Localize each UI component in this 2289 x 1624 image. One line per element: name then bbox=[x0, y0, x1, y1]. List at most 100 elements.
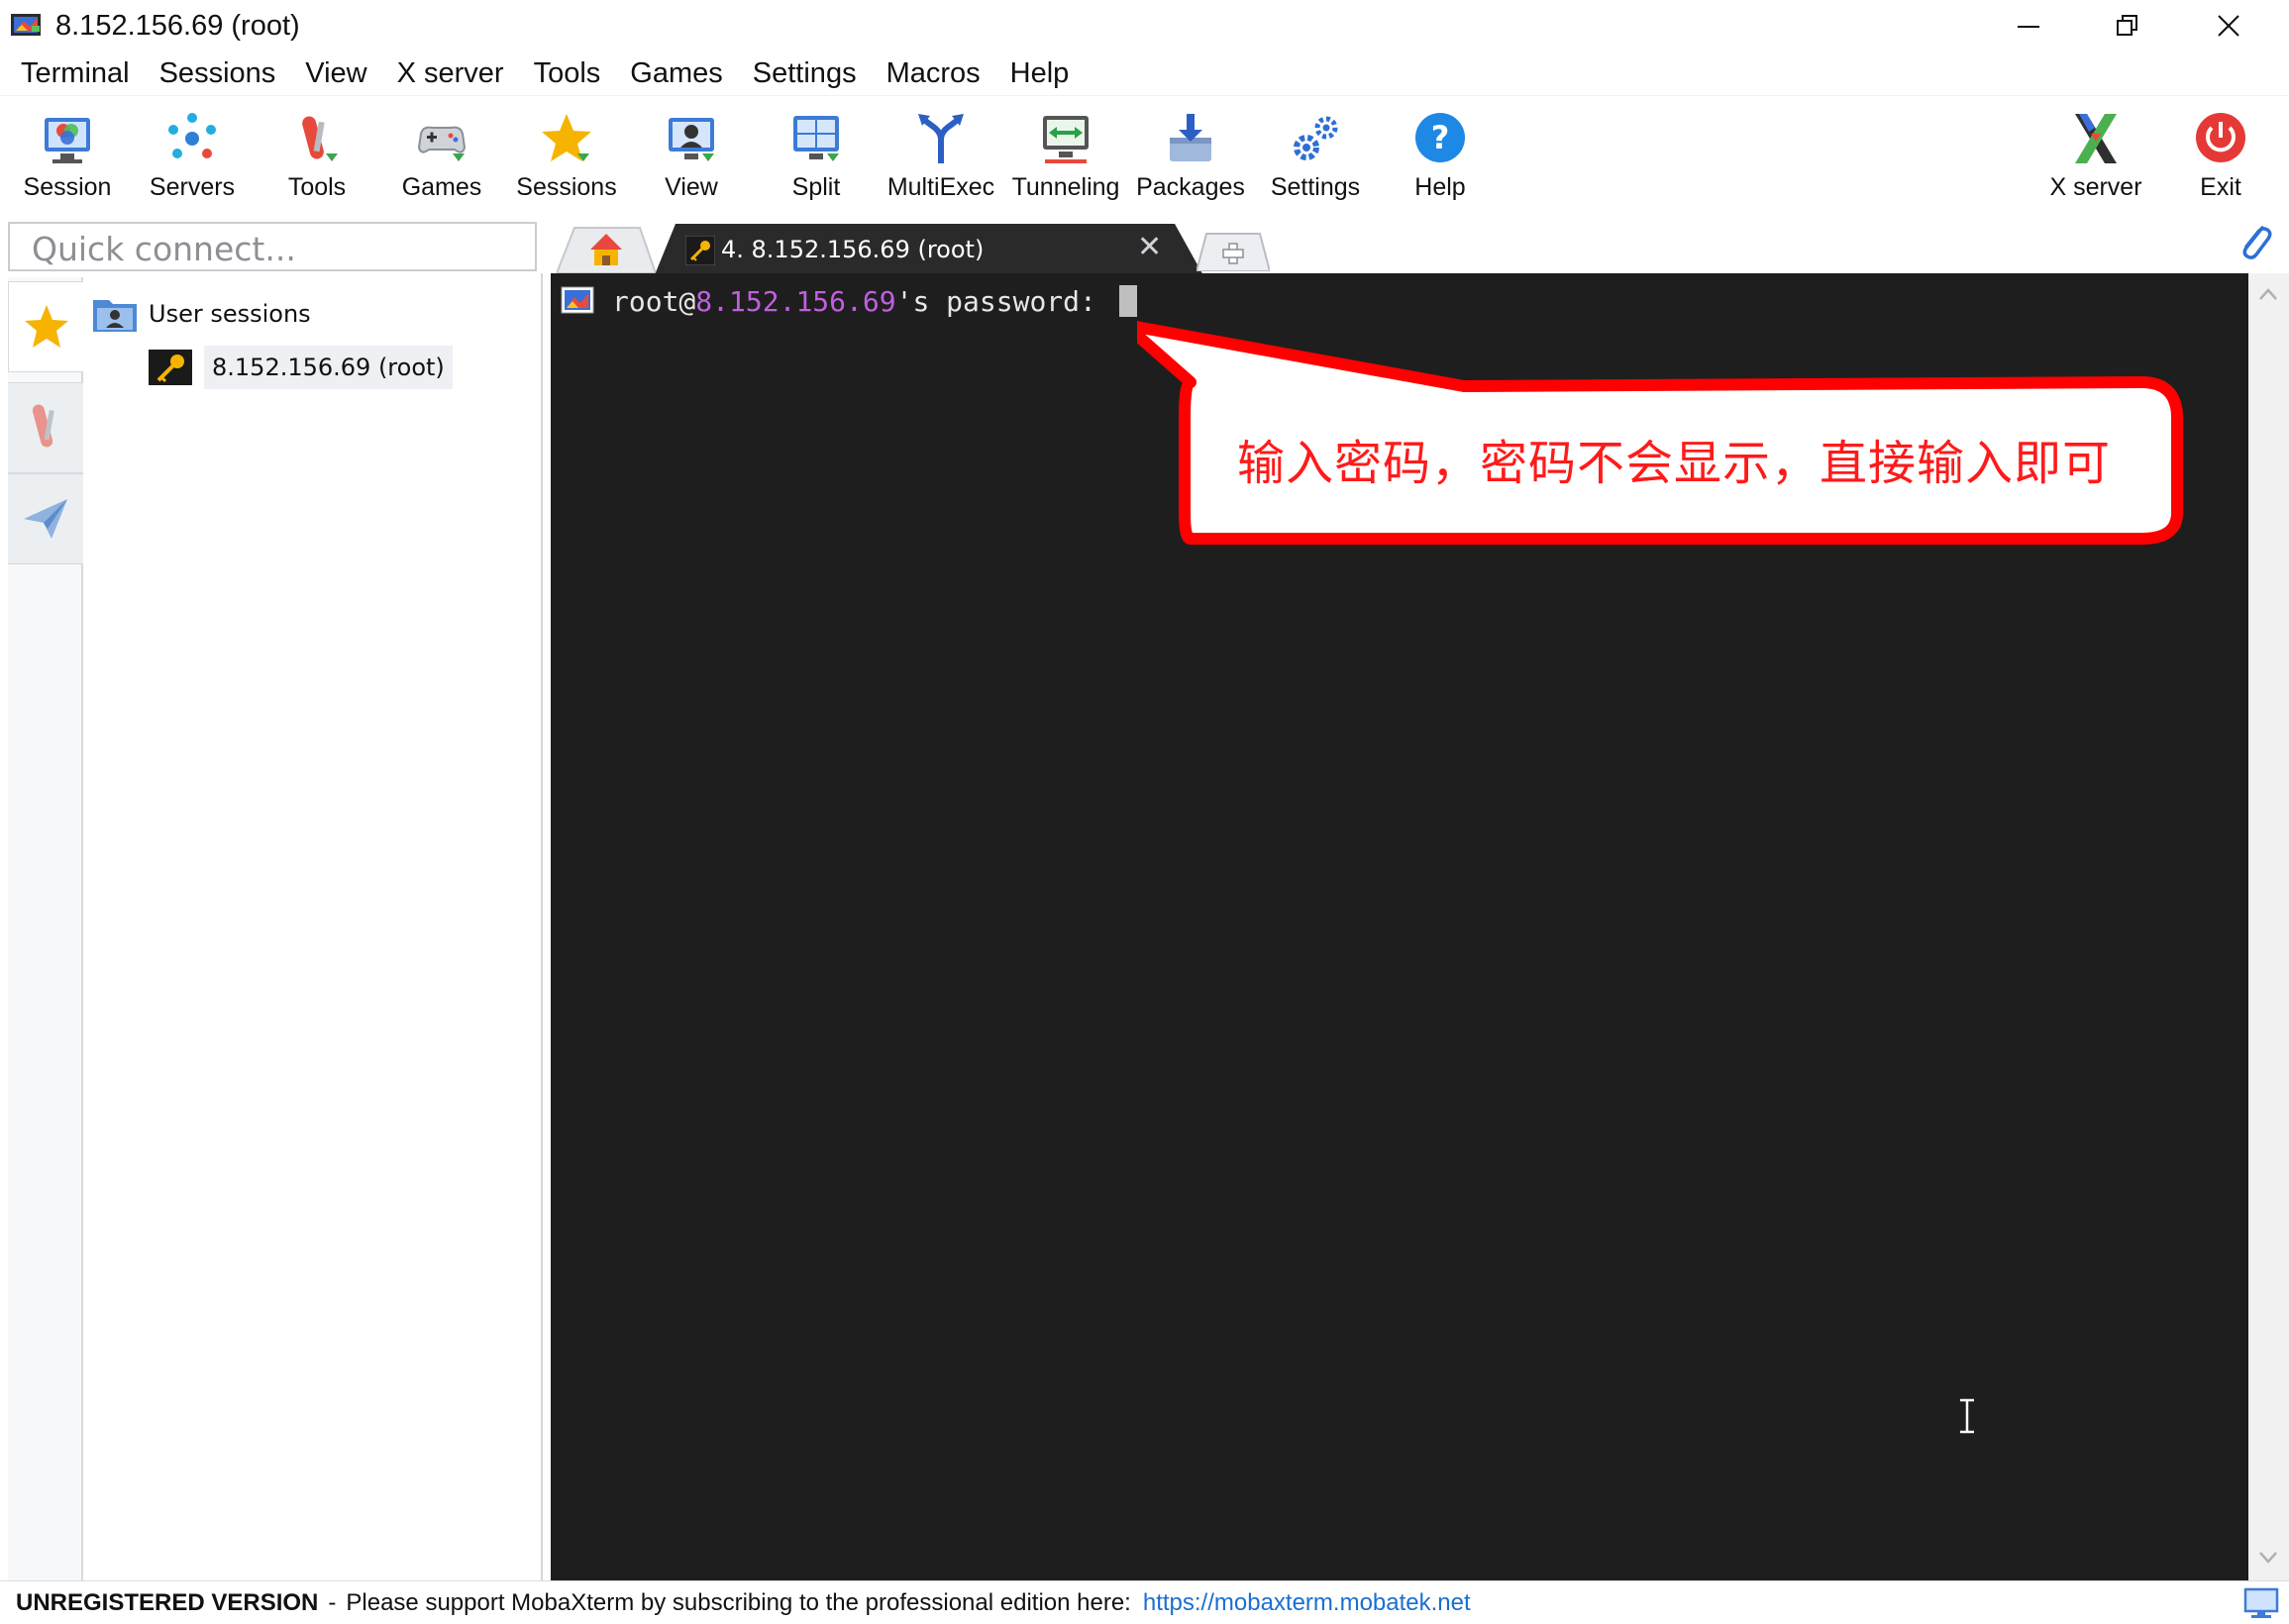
menu-x-server[interactable]: X server bbox=[382, 57, 519, 90]
packages-icon bbox=[1170, 114, 1211, 161]
mouse-ibeam-cursor bbox=[1960, 1398, 1974, 1434]
title-bar: 8.152.156.69 (root) bbox=[0, 0, 2289, 51]
monitor-icon[interactable] bbox=[2242, 1586, 2280, 1620]
packages-button[interactable]: Packages bbox=[1129, 102, 1252, 211]
new-tab-button[interactable] bbox=[1197, 232, 1270, 271]
restore-button[interactable] bbox=[2080, 0, 2175, 51]
multiexec-button[interactable]: MultiExec bbox=[880, 102, 1002, 211]
exit-button[interactable]: Exit bbox=[2159, 102, 2282, 211]
tab-label: 4. 8.152.156.69 (root) bbox=[721, 236, 985, 263]
status-bar: UNREGISTERED VERSION - Please support Mo… bbox=[0, 1580, 2289, 1624]
split-button[interactable]: Split bbox=[755, 102, 878, 211]
split-label: Split bbox=[791, 173, 841, 201]
user-sessions-label: User sessions bbox=[149, 300, 311, 328]
sidebar-tab-sftp[interactable] bbox=[8, 473, 83, 564]
session-icon bbox=[45, 118, 90, 163]
games-label: Games bbox=[401, 173, 482, 201]
tunneling-icon bbox=[1043, 116, 1089, 163]
help-button[interactable]: ? Help bbox=[1379, 102, 1502, 211]
settings-label: Settings bbox=[1270, 173, 1361, 201]
servers-button[interactable]: Servers bbox=[131, 102, 254, 211]
svg-text:?: ? bbox=[1431, 119, 1450, 156]
help-icon: ? bbox=[1415, 113, 1465, 162]
tunneling-label: Tunneling bbox=[1011, 173, 1120, 201]
session-item-label: 8.152.156.69 (root) bbox=[204, 346, 453, 389]
power-icon bbox=[2196, 113, 2245, 162]
window-title: 8.152.156.69 (root) bbox=[55, 10, 300, 42]
restore-icon bbox=[2117, 15, 2137, 36]
sidebar-tab-sessions[interactable] bbox=[8, 281, 83, 372]
split-icon bbox=[793, 116, 839, 161]
scroll-up-arrow-icon[interactable] bbox=[2254, 283, 2282, 305]
sidebar-tab-tools[interactable] bbox=[8, 382, 83, 473]
key-icon bbox=[149, 350, 192, 385]
menu-tools[interactable]: Tools bbox=[519, 57, 616, 90]
minimize-button[interactable] bbox=[1981, 0, 2076, 51]
home-tab[interactable] bbox=[557, 224, 656, 273]
tab-close-icon[interactable]: ✕ bbox=[1137, 230, 1162, 264]
scroll-down-arrow-icon[interactable] bbox=[2254, 1547, 2282, 1569]
session-item[interactable]: 8.152.156.69 (root) bbox=[147, 343, 453, 392]
menu-terminal[interactable]: Terminal bbox=[6, 57, 145, 90]
games-icon bbox=[417, 126, 467, 161]
tools-icon bbox=[302, 116, 338, 161]
tunneling-button[interactable]: Tunneling bbox=[1004, 102, 1127, 211]
status-separator: - bbox=[328, 1588, 337, 1616]
servers-label: Servers bbox=[149, 173, 236, 201]
tab-session[interactable]: 4. 8.152.156.69 (root) ✕ bbox=[654, 222, 1208, 277]
servers-icon bbox=[168, 113, 216, 158]
menu-bar: Terminal Sessions View X server Tools Ga… bbox=[0, 51, 2289, 95]
x-server-label: X server bbox=[2049, 173, 2142, 201]
view-button[interactable]: View bbox=[630, 102, 753, 211]
menu-settings[interactable]: Settings bbox=[738, 57, 872, 90]
tools-button[interactable]: Tools bbox=[256, 102, 378, 211]
key-icon bbox=[685, 236, 715, 265]
terminal-scrollbar[interactable] bbox=[2248, 273, 2289, 1580]
unregistered-label: UNREGISTERED VERSION bbox=[16, 1588, 319, 1616]
toolbar: Session Servers Tools Games Sessions Vie… bbox=[0, 95, 2289, 212]
folder-user-icon bbox=[93, 300, 137, 332]
tab-strip: Quick connect... 4. 8.152.156.69 (root) … bbox=[0, 212, 2289, 277]
sidebar: User sessions 8.152.156.69 (root) bbox=[0, 273, 543, 1580]
close-button[interactable] bbox=[2181, 0, 2276, 51]
menu-view[interactable]: View bbox=[290, 57, 381, 90]
games-button[interactable]: Games bbox=[380, 102, 503, 211]
help-label: Help bbox=[1414, 173, 1466, 201]
session-button[interactable]: Session bbox=[6, 102, 129, 211]
x-server-icon bbox=[2075, 114, 2117, 163]
prompt-user: root@ bbox=[612, 285, 696, 318]
exit-label: Exit bbox=[2200, 173, 2241, 201]
close-icon bbox=[2218, 15, 2239, 37]
paperclip-icon[interactable] bbox=[2235, 220, 2274, 263]
tools-icon bbox=[32, 404, 54, 448]
packages-label: Packages bbox=[1136, 173, 1245, 201]
user-sessions-folder[interactable]: User sessions bbox=[91, 293, 311, 335]
terminal-cursor bbox=[1118, 285, 1137, 317]
callout-text: 输入密码，密码不会显示，直接输入即可 bbox=[1236, 436, 2111, 491]
view-icon bbox=[669, 118, 714, 161]
prompt-suffix: 's password: bbox=[895, 285, 1113, 318]
menu-games[interactable]: Games bbox=[615, 57, 737, 90]
paper-plane-icon bbox=[24, 499, 67, 539]
multiexec-label: MultiExec bbox=[886, 173, 995, 201]
mobaxterm-link[interactable]: https://mobaxterm.mobatek.net bbox=[1143, 1589, 1471, 1617]
terminal-session-icon bbox=[561, 286, 594, 314]
quick-connect-input[interactable]: Quick connect... bbox=[8, 222, 537, 271]
menu-sessions[interactable]: Sessions bbox=[145, 57, 291, 90]
tools-label: Tools bbox=[287, 173, 347, 201]
sessions-label: Sessions bbox=[516, 173, 617, 201]
settings-button[interactable]: Settings bbox=[1254, 102, 1377, 211]
status-message: Please support MobaXterm by subscribing … bbox=[346, 1588, 1131, 1616]
menu-help[interactable]: Help bbox=[995, 57, 1085, 90]
multiexec-icon bbox=[918, 114, 964, 163]
terminal-prompt-line: root@8.152.156.69's password: bbox=[612, 285, 1137, 318]
mobaxterm-app-icon bbox=[11, 14, 41, 36]
prompt-host: 8.152.156.69 bbox=[695, 285, 896, 318]
session-label: Session bbox=[23, 173, 112, 201]
star-icon bbox=[24, 305, 68, 348]
x-server-button[interactable]: X server bbox=[2034, 102, 2157, 211]
sessions-button[interactable]: Sessions bbox=[505, 102, 628, 211]
menu-macros[interactable]: Macros bbox=[872, 57, 995, 90]
gear-icon bbox=[1294, 116, 1338, 160]
star-icon bbox=[542, 114, 591, 161]
